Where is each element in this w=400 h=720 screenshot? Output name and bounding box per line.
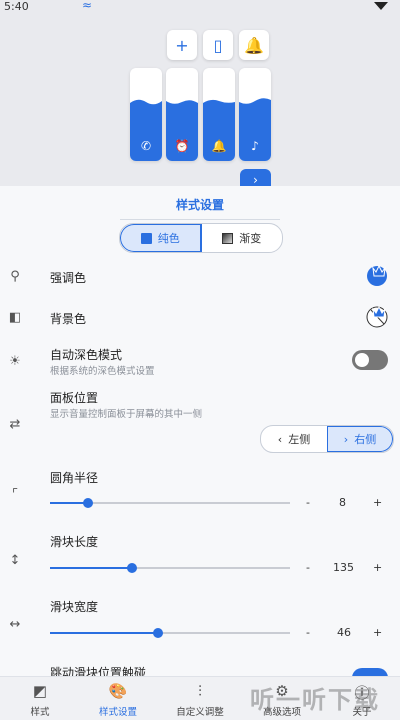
plus-icon: + — [175, 35, 189, 55]
swap-icon: ⇄ — [9, 416, 21, 432]
accent-color-label: 强调色 — [50, 271, 87, 285]
slider-length-value: 135 — [333, 561, 354, 574]
chevron-right-icon: › — [253, 173, 258, 187]
auto-dark-sub: 根据系统的深色模式设置 — [50, 366, 155, 377]
slider-filled — [50, 567, 132, 569]
tab-gradient[interactable]: 渐变 — [202, 224, 283, 252]
slider-thumb[interactable] — [126, 563, 137, 573]
chevron-left-icon: ‹ — [277, 432, 283, 446]
wave-icon: ≈ — [82, 0, 93, 12]
preview-remote-button[interactable]: ▯ — [203, 30, 233, 60]
slider-length-label: 滑块长度 — [50, 535, 99, 549]
preview-slider-music[interactable]: ♪ — [239, 68, 271, 161]
toggle-knob — [355, 353, 369, 367]
slider-thumb[interactable] — [153, 628, 163, 638]
alarm-icon: ⏰ — [174, 139, 190, 153]
corner-radius-icon: ⌜ — [11, 486, 19, 502]
background-color-label: 背景色 — [50, 312, 87, 326]
slider-filled — [50, 632, 158, 634]
nav-style[interactable]: ◩ 样式 — [0, 677, 80, 720]
corner-radius-decrement[interactable]: - — [306, 496, 310, 509]
watermark: 听一听下载 — [250, 686, 380, 714]
slider-length-decrement[interactable]: - — [306, 561, 310, 574]
nav-label: 样式设置 — [98, 707, 137, 718]
corner-radius-slider[interactable] — [50, 498, 290, 508]
slider-width-slider[interactable] — [50, 628, 290, 638]
panel-position-segmented: ‹ 左侧 › 右侧 — [260, 425, 394, 453]
nav-custom-adjust[interactable]: ⫶ 自定义调整 — [160, 677, 240, 720]
position-left-option[interactable]: ‹ 左侧 — [261, 426, 327, 452]
slider-wave — [130, 99, 162, 108]
slider-thumb[interactable] — [83, 498, 94, 508]
length-icon: ↕ — [9, 552, 21, 568]
width-icon: ↔ — [9, 616, 21, 632]
title-divider — [120, 219, 280, 220]
background-color-icon: ◧ — [8, 309, 22, 325]
palette-icon: 🎨 — [108, 682, 128, 700]
slider-width-label: 滑块宽度 — [50, 600, 99, 614]
option-label: 左侧 — [288, 433, 311, 446]
preview-bell-button[interactable]: 🔔 — [239, 30, 269, 60]
auto-dark-label: 自动深色模式 — [50, 348, 123, 362]
preview-slider-phone[interactable]: ✆ — [130, 68, 162, 161]
slider-wave — [203, 100, 235, 108]
preview-plus-button[interactable]: + — [167, 30, 197, 60]
haptic-toggle[interactable] — [352, 668, 388, 676]
chevron-right-icon: › — [343, 432, 349, 446]
status-time: 5:40 — [4, 0, 29, 13]
style-icon: ◩ — [32, 682, 48, 700]
panel-position-label: 面板位置 — [50, 391, 99, 405]
style-settings-sheet: 样式设置 纯色 渐变 ⚲ 强调色 ◧ 背景色 ☀ 自动深色模式 根据系统的深色模… — [0, 186, 400, 676]
slider-wave — [239, 98, 271, 108]
gradient-swatch-icon — [222, 232, 234, 244]
dark-mode-icon: ☀ — [9, 353, 21, 369]
bell-icon: 🔔 — [244, 35, 264, 55]
signal-icon — [374, 2, 388, 10]
sheet-title: 样式设置 — [175, 198, 224, 212]
solid-swatch-icon — [140, 232, 152, 244]
panel-position-sub: 显示音量控制面板于屏幕的其中一侧 — [50, 409, 203, 420]
slider-length-increment[interactable]: + — [373, 561, 382, 574]
accent-color-icon: ⚲ — [10, 268, 20, 284]
status-bar: 5:40 ≈ — [0, 0, 400, 14]
preview-slider-alarm[interactable]: ⏰ — [166, 68, 198, 161]
preview-slider-bell[interactable]: 🔔 — [203, 68, 235, 161]
slider-length-slider[interactable] — [50, 563, 290, 573]
remote-icon: ▯ — [213, 35, 223, 55]
nav-label: 样式 — [30, 707, 50, 718]
slider-width-decrement[interactable]: - — [306, 626, 310, 639]
slider-width-increment[interactable]: + — [373, 626, 382, 639]
corner-radius-increment[interactable]: + — [373, 496, 382, 509]
music-icon: ♪ — [251, 139, 259, 153]
background-color-picker[interactable] — [365, 305, 391, 329]
nav-style-settings[interactable]: 🎨 样式设置 — [78, 677, 158, 720]
corner-radius-value: 8 — [339, 496, 346, 509]
tab-solid-color[interactable]: 纯色 — [120, 224, 202, 252]
accent-color-picker[interactable] — [365, 264, 391, 288]
phone-icon: ✆ — [140, 139, 152, 153]
corner-radius-label: 圆角半径 — [50, 471, 99, 485]
tune-icon: ⫶ — [198, 682, 202, 700]
slider-width-value: 46 — [337, 626, 351, 639]
bell-icon: 🔔 — [211, 139, 227, 153]
tab-label: 渐变 — [239, 232, 262, 245]
slider-wave — [166, 100, 198, 108]
auto-dark-toggle[interactable] — [352, 350, 388, 370]
nav-label: 自定义调整 — [176, 707, 224, 718]
tab-label: 纯色 — [157, 232, 180, 245]
style-mode-segmented: 纯色 渐变 — [119, 223, 283, 253]
position-right-option[interactable]: › 右侧 — [327, 426, 393, 452]
haptic-label: 跳动滑块位置触碰 — [50, 666, 147, 676]
option-label: 右侧 — [354, 433, 377, 446]
